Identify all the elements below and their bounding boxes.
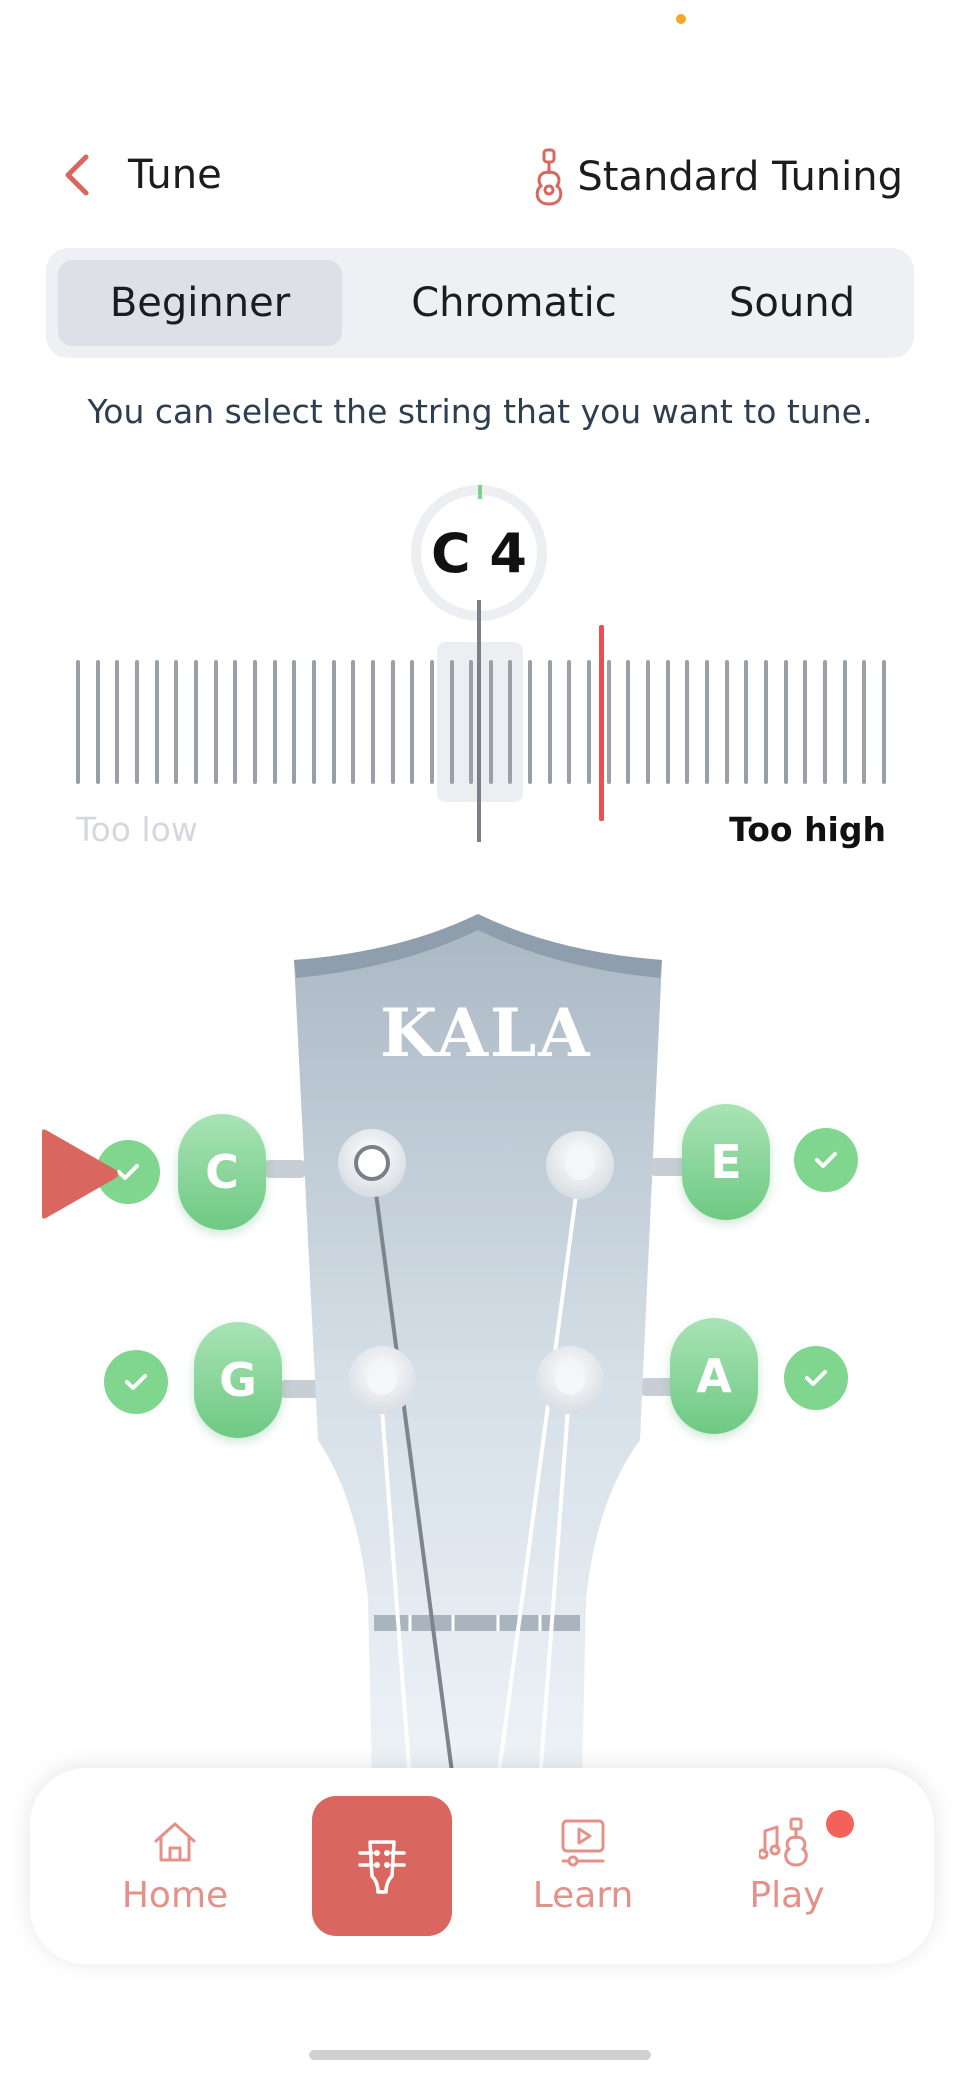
- meter-tick: [292, 660, 296, 784]
- check-icon: [104, 1350, 168, 1414]
- meter-tick: [843, 660, 847, 784]
- brand-logo: KALA: [380, 994, 592, 1072]
- meter-tick: [626, 660, 630, 784]
- meter-tick: [410, 660, 414, 784]
- meter-tick: [273, 660, 277, 784]
- meter-tick: [312, 660, 316, 784]
- meter-tick: [587, 660, 591, 784]
- meter-tick: [96, 660, 100, 784]
- meter-tick: [115, 660, 119, 784]
- status-dot: [676, 14, 686, 24]
- tuning-selector[interactable]: Standard Tuning: [533, 148, 903, 206]
- music-ukulele-icon: [759, 1817, 808, 1867]
- meter-tick: [194, 660, 198, 784]
- string-e-button[interactable]: E: [682, 1104, 770, 1220]
- tab-chromatic[interactable]: Chromatic: [364, 260, 664, 346]
- meter-tick: [744, 660, 748, 784]
- string-c-button[interactable]: C: [178, 1114, 266, 1230]
- check-icon: [784, 1346, 848, 1410]
- chevron-left-icon: [65, 154, 89, 196]
- selected-string-indicator-icon: [42, 1129, 118, 1219]
- meter-tick: [528, 660, 532, 784]
- nav-home[interactable]: Home: [100, 1768, 250, 1964]
- meter-tick: [430, 660, 434, 784]
- meter-tick: [391, 660, 395, 784]
- meter-tick: [666, 660, 670, 784]
- home-indicator: [309, 2050, 651, 2060]
- tuning-meter: Too low Too high: [76, 600, 886, 850]
- meter-tick: [764, 660, 768, 784]
- notification-badge: [826, 1810, 854, 1838]
- meter-tick: [725, 660, 729, 784]
- home-icon: [154, 1822, 196, 1861]
- header: Tune Standard Tuning: [0, 140, 961, 210]
- meter-tick: [567, 660, 571, 784]
- string-g-button[interactable]: G: [194, 1322, 282, 1438]
- back-button[interactable]: [62, 150, 112, 200]
- bottom-nav: Home Learn Play: [30, 1768, 934, 1964]
- tab-beginner[interactable]: Beginner: [58, 260, 342, 346]
- meter-tick: [135, 660, 139, 784]
- page-title: Tune: [128, 152, 222, 198]
- nav-learn[interactable]: Learn: [508, 1768, 658, 1964]
- meter-tick: [685, 660, 689, 784]
- too-low-label: Too low: [76, 810, 198, 849]
- video-lesson-icon: [561, 1819, 605, 1866]
- meter-tick: [489, 660, 493, 784]
- check-icon: [794, 1128, 858, 1192]
- meter-tick: [607, 660, 611, 784]
- hint-text: You can select the string that you want …: [87, 392, 873, 431]
- nav-home-label: Home: [121, 1874, 229, 1916]
- meter-tick: [174, 660, 178, 784]
- meter-tick: [76, 660, 80, 784]
- nav-play-label: Play: [749, 1874, 825, 1916]
- mode-segmented-control: Beginner Chromatic Sound: [46, 248, 914, 358]
- note-progress-tick: [478, 485, 482, 499]
- meter-tick: [784, 660, 788, 784]
- meter-tick: [646, 660, 650, 784]
- meter-tick: [882, 660, 886, 784]
- meter-center-line: [477, 600, 481, 842]
- string-a-button[interactable]: A: [670, 1318, 758, 1434]
- tuning-label: Standard Tuning: [577, 154, 903, 200]
- meter-tick: [351, 660, 355, 784]
- meter-tick: [803, 660, 807, 784]
- meter-tick: [214, 660, 218, 784]
- meter-tick: [548, 660, 552, 784]
- meter-tick: [155, 660, 159, 784]
- meter-tick: [705, 660, 709, 784]
- meter-tick: [371, 660, 375, 784]
- tuner-headstock-icon: [358, 1840, 406, 1894]
- tab-sound[interactable]: Sound: [674, 260, 910, 346]
- meter-tick: [233, 660, 237, 784]
- nav-tune[interactable]: [312, 1796, 452, 1936]
- meter-tick: [469, 660, 473, 784]
- ukulele-icon: [536, 148, 563, 206]
- pitch-needle: [599, 625, 604, 821]
- nav-play[interactable]: Play: [712, 1768, 862, 1964]
- meter-tick: [253, 660, 257, 784]
- meter-tick: [332, 660, 336, 784]
- nav-learn-label: Learn: [532, 1874, 634, 1916]
- meter-tick: [823, 660, 827, 784]
- too-high-label: Too high: [729, 810, 886, 849]
- meter-ticks: [76, 660, 886, 784]
- meter-tick: [508, 660, 512, 784]
- meter-tick: [862, 660, 866, 784]
- meter-tick: [450, 660, 454, 784]
